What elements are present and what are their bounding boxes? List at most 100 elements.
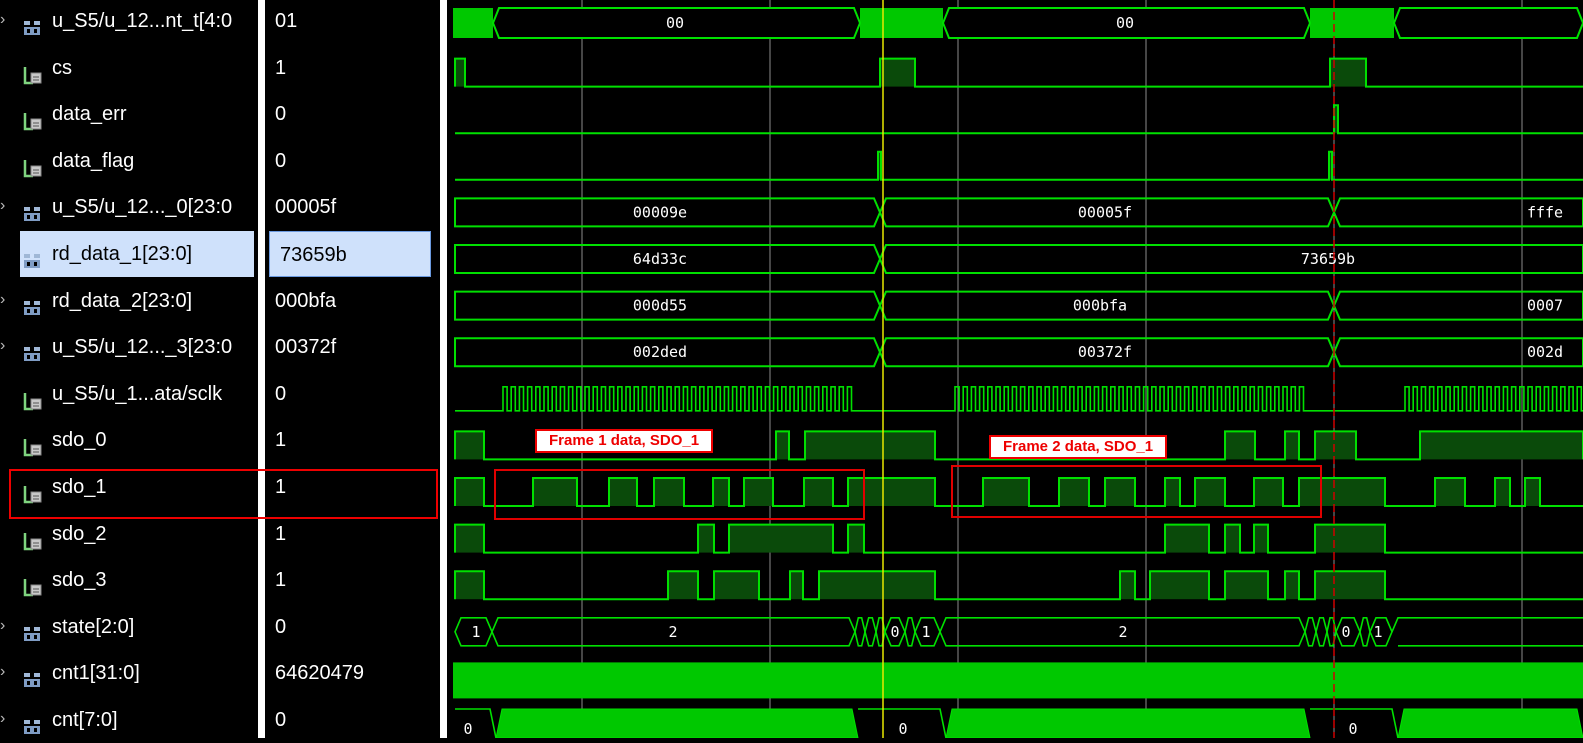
bus-value-label: 0 <box>1348 720 1357 738</box>
signal-row-bus5[interactable]: › u_S5/u_12...nt_t[4:0 <box>0 0 258 44</box>
bus-segment <box>455 708 497 739</box>
signal-trace <box>454 570 1583 601</box>
sdo1-highlight-box <box>9 469 438 519</box>
signal-high-fill <box>1525 478 1540 506</box>
signal-high-fill <box>533 478 577 506</box>
bus-value-label: 0 <box>890 623 899 641</box>
signal-value-pane: 01 1 0 0 00005f 73659b 000bfa 00372f 0 1 1 1 1 0 64620… <box>265 0 440 738</box>
waveform-pane[interactable]: 00 00 00009e 00005f fffe 64d33c 73659b 000d55 00… <box>447 0 1583 739</box>
bus-value-label: 2 <box>668 623 677 641</box>
signal-value-sdo0: 1 <box>275 429 287 452</box>
expand-chevron-icon[interactable]: › <box>0 324 14 368</box>
bus-value-label: 64d33c <box>633 250 687 268</box>
expand-chevron-icon[interactable]: › <box>0 604 14 648</box>
signal-high-fill <box>455 524 484 553</box>
signal-value-state: 0 <box>275 615 287 638</box>
signal-value-sdo3: 1 <box>275 569 287 592</box>
signal-high-fill <box>609 478 637 506</box>
signal-name: data_flag <box>52 149 135 172</box>
signal-high-fill <box>1315 571 1385 600</box>
signal-row-data_err[interactable]: data_err <box>0 91 258 137</box>
bus-value-label: 1 <box>1373 623 1382 641</box>
signal-row-cnt[interactable]: › cnt[7:0] <box>0 697 258 743</box>
signal-row-state[interactable]: › state[2:0] <box>0 604 258 650</box>
bus-solid-fill <box>495 708 859 739</box>
bus-segment <box>904 617 916 647</box>
bit-signal-icon <box>22 103 44 131</box>
signal-high-fill <box>729 524 833 553</box>
bit-signal-icon <box>22 523 44 550</box>
bus-segment <box>1315 617 1328 647</box>
signal-row-bus24c[interactable]: › u_S5/u_12..._3[23:0 <box>0 324 258 370</box>
signal-row-cnt1[interactable]: › cnt1[31:0] <box>0 650 258 696</box>
signal-high-fill <box>1120 571 1135 600</box>
signal-name: rd_data_2[23:0] <box>52 289 193 312</box>
signal-value-bus24c: 00372f <box>275 336 337 359</box>
signal-row-bus24a[interactable]: › u_S5/u_12..._0[23:0 <box>0 184 258 230</box>
signal-high-fill <box>805 431 935 460</box>
bus-value-label: 1 <box>471 623 480 641</box>
bus-segment <box>878 244 1583 274</box>
signal-name: u_S5/u_12..._3[23:0 <box>52 336 233 359</box>
signal-high-fill <box>455 478 484 506</box>
waveform-canvas[interactable]: 00 0000009e 00005f fffe64d33c 73659b000d55 00… <box>447 0 1583 739</box>
signal-high-fill <box>713 478 729 506</box>
expand-chevron-icon[interactable]: › <box>0 0 14 42</box>
signal-high-fill <box>983 478 1029 506</box>
bit-signal-icon <box>22 429 44 457</box>
signal-value-data_flag: 0 <box>275 149 287 172</box>
bus-signal-icon <box>22 709 44 734</box>
expand-chevron-icon[interactable]: › <box>0 278 14 322</box>
bus-segment <box>864 617 877 647</box>
signal-high-fill <box>455 571 484 600</box>
signal-high-fill <box>1165 524 1209 553</box>
bus-solid-fill <box>945 708 1311 739</box>
bus-solid-fill <box>1397 708 1583 739</box>
signal-high-fill <box>1150 571 1209 600</box>
signal-high-fill <box>455 58 465 87</box>
signal-high-fill <box>698 524 714 553</box>
bus-value-label: 0 <box>898 720 907 738</box>
pane-divider[interactable] <box>258 0 265 738</box>
bus-solid-fill <box>1310 8 1394 38</box>
signal-row-rd1[interactable]: ›rd_data_1[23:0] <box>20 231 254 277</box>
signal-high-fill <box>1254 524 1268 553</box>
signal-high-fill <box>1059 478 1089 506</box>
signal-row-rd2[interactable]: › rd_data_2[23:0] <box>0 278 258 324</box>
bus-segment <box>1391 617 1583 647</box>
signal-name-pane: › u_S5/u_12...nt_t[4:0 cs data_err data_flag… <box>0 0 258 738</box>
signal-row-data_flag[interactable]: data_flag <box>0 138 258 184</box>
signal-high-fill <box>714 571 759 600</box>
bus-solid-fill <box>453 662 1583 699</box>
signal-row-sdo0[interactable]: sdo_0 <box>0 417 258 463</box>
signal-row-sdo3[interactable]: sdo_3 <box>0 557 258 603</box>
expand-chevron-icon[interactable]: › <box>0 184 14 228</box>
signal-high-fill <box>1285 571 1299 600</box>
signal-name: rd_data_1[23:0] <box>52 243 193 265</box>
signal-high-fill <box>668 571 698 600</box>
bus-value-label: 73659b <box>1301 250 1355 268</box>
signal-value-sclk: 0 <box>275 382 287 405</box>
signal-high-fill <box>654 478 684 506</box>
signal-high-fill <box>1420 431 1583 460</box>
signal-high-fill <box>1495 478 1510 506</box>
bus-value-label: 002ded <box>633 343 687 361</box>
bus-value-label: fffe <box>1527 203 1563 221</box>
signal-high-fill <box>1315 431 1356 460</box>
signal-value-cnt: 0 <box>275 709 287 731</box>
signal-trace <box>454 523 1583 554</box>
signal-row-cs[interactable]: cs <box>0 45 258 91</box>
signal-name: u_S5/u_1...ata/sclk <box>52 382 223 405</box>
bus-signal-icon <box>22 10 44 35</box>
signal-high-fill <box>1165 478 1180 506</box>
bit-signal-icon <box>22 383 44 411</box>
bus-segment <box>1359 617 1371 647</box>
expand-chevron-icon[interactable]: › <box>0 650 14 694</box>
signal-high-fill <box>1330 58 1366 87</box>
signal-name: sdo_0 <box>52 429 107 452</box>
clock-trace <box>455 386 1583 412</box>
pane-divider[interactable] <box>440 0 447 738</box>
signal-high-fill <box>880 58 915 87</box>
signal-row-sclk[interactable]: u_S5/u_1...ata/sclk <box>0 371 258 417</box>
expand-chevron-icon[interactable]: › <box>0 697 14 741</box>
